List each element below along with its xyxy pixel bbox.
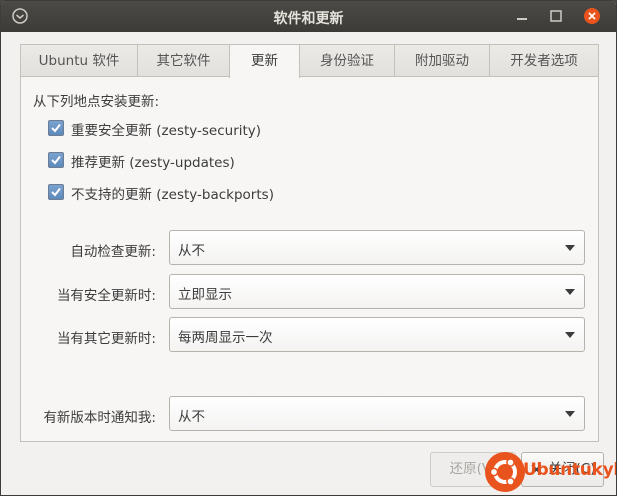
chevron-down-icon: [565, 332, 575, 338]
checkmark-icon: [51, 187, 61, 197]
install-sources-label: 从下列地点安装更新:: [33, 94, 160, 110]
tab-other-software[interactable]: 其它软件: [137, 44, 230, 77]
chevron-down-icon: [565, 245, 575, 251]
auto-check-label: 自动检查更新:: [70, 244, 156, 260]
checkmark-icon: [51, 123, 61, 133]
security-updates-label: 重要安全更新 (zesty-security): [71, 123, 262, 139]
recommended-updates-checkbox[interactable]: [48, 152, 64, 168]
notify-new-version-label: 有新版本时通知我:: [43, 410, 156, 426]
watermark-text: Ubuntukylin: [523, 460, 616, 480]
checkmark-icon: [51, 155, 61, 165]
updates-page: 从下列地点安装更新: 重要安全更新 (zesty-security) 推荐更新 …: [20, 76, 599, 442]
chevron-down-icon: [565, 289, 575, 295]
tab-authentication[interactable]: 身份验证: [299, 44, 395, 77]
security-updates-when-label: 当有安全更新时:: [56, 288, 156, 304]
notify-new-version-value: 从不: [178, 409, 205, 425]
backports-updates-label: 不支持的更新 (zesty-backports): [71, 187, 274, 203]
auto-check-combo[interactable]: 从不: [169, 230, 585, 265]
notify-new-version-combo[interactable]: 从不: [169, 396, 585, 431]
security-updates-checkbox[interactable]: [48, 120, 64, 136]
auto-check-value: 从不: [178, 243, 205, 259]
tab-ubuntu-software[interactable]: Ubuntu 软件: [20, 44, 138, 77]
chevron-down-icon: [565, 411, 575, 417]
settings-notebook: Ubuntu 软件 其它软件 更新 身份验证 附加驱动 开发者选项 从下列地点安…: [20, 44, 599, 442]
maximize-icon[interactable]: [547, 7, 565, 25]
tab-developer-options[interactable]: 开发者选项: [489, 44, 599, 77]
ubuntu-logo-icon: [485, 452, 525, 492]
tab-updates[interactable]: 更新: [229, 44, 300, 78]
minimize-icon[interactable]: [513, 7, 531, 25]
other-updates-when-label: 当有其它更新时:: [56, 331, 156, 347]
other-updates-when-combo[interactable]: 每两周显示一次: [169, 317, 585, 352]
tab-additional-drivers[interactable]: 附加驱动: [394, 44, 490, 77]
recommended-updates-label: 推荐更新 (zesty-updates): [71, 155, 235, 171]
backports-updates-checkbox[interactable]: [48, 184, 64, 200]
close-icon[interactable]: [583, 7, 601, 25]
ubuntukylin-watermark: Ubuntukylin: [485, 450, 616, 495]
title-bar[interactable]: 软件和更新: [1, 1, 616, 32]
security-updates-when-combo[interactable]: 立即显示: [169, 274, 585, 309]
software-updates-window: 软件和更新 Ubuntu 软件 其它软件 更新 身份验证 附加驱动 开发者选项 …: [0, 0, 617, 496]
security-updates-when-value: 立即显示: [178, 287, 232, 303]
other-updates-when-value: 每两周显示一次: [178, 330, 273, 346]
tab-bar: Ubuntu 软件 其它软件 更新 身份验证 附加驱动 开发者选项: [20, 44, 599, 78]
